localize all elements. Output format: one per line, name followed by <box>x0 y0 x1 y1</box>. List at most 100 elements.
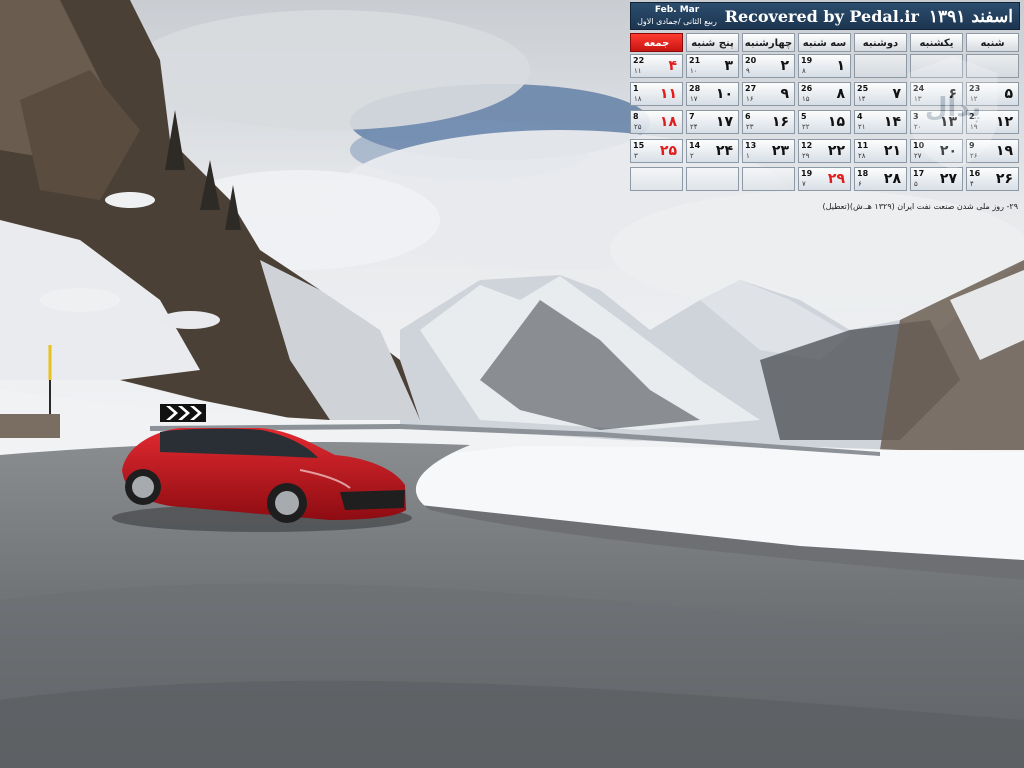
persian-day: ۱۳ <box>939 114 957 130</box>
calendar-day-cell: 11 ۲۸ ۲۱ <box>854 139 907 163</box>
gregorian-day: 4 <box>857 112 863 121</box>
persian-day: ۲۸ <box>883 171 901 187</box>
hijri-day: ۱۲ <box>970 95 978 103</box>
hijri-months: ربیع الثانی /جمادی الاول <box>637 17 717 26</box>
calendar-day-cell: 6 ۲۳ ۱۶ <box>742 110 795 134</box>
persian-day: ۲۲ <box>827 143 845 159</box>
calendar-day-cell: 12 ۲۹ ۲۲ <box>798 139 851 163</box>
persian-day: ۲۶ <box>995 171 1013 187</box>
calendar-widget: Feb. Mar ربیع الثانی /جمادی الاول Recove… <box>628 2 1022 214</box>
persian-day: ۲۴ <box>715 143 733 159</box>
calendar-month: اسفند ۱۳۹۱ <box>928 7 1013 27</box>
persian-day: ۱۶ <box>771 114 789 130</box>
calendar-day-cell: 21 ۱۰ ۳ <box>686 54 739 78</box>
weekday-saturday: شنبه <box>966 33 1019 52</box>
gregorian-day: 24 <box>913 84 925 93</box>
persian-day: ۱۵ <box>827 114 845 130</box>
calendar-empty-cell <box>966 54 1019 78</box>
persian-day: ۱۲ <box>995 114 1013 130</box>
weekday-header-row: شنبه یکشنبه دوشنبه سه شنبه چهارشنبه پنج … <box>630 33 1020 52</box>
calendar-day-cell: 28 ۱۷ ۱۰ <box>686 82 739 106</box>
persian-day-holiday: ۴ <box>668 58 677 74</box>
hijri-day: ۲۴ <box>690 123 698 131</box>
calendar-day-cell: 5 ۲۲ ۱۵ <box>798 110 851 134</box>
hijri-day: ۱۵ <box>802 95 810 103</box>
weekday-thursday: پنج شنبه <box>686 33 739 52</box>
calendar-day-cell: 19 ۸ ۱ <box>798 54 851 78</box>
calendar-day-cell: 22 ۱۱ ۴ <box>630 54 683 78</box>
gregorian-day: 19 <box>801 169 813 178</box>
hijri-day: ۱۷ <box>690 95 698 103</box>
persian-day: ۱۰ <box>715 86 733 102</box>
persian-day-holiday: ۱۸ <box>659 114 677 130</box>
gregorian-day: 5 <box>801 112 807 121</box>
weekday-wednesday: چهارشنبه <box>742 33 795 52</box>
weekday-monday: دوشنبه <box>854 33 907 52</box>
gregorian-day: 13 <box>745 141 757 150</box>
gregorian-day: 17 <box>913 169 925 178</box>
gregorian-day: 27 <box>745 84 757 93</box>
persian-day: ۱۴ <box>883 114 901 130</box>
calendar-day-cell: 25 ۱۴ ۷ <box>854 82 907 106</box>
gregorian-day: 18 <box>857 169 869 178</box>
hijri-day: ۸ <box>802 67 806 75</box>
persian-day: ۱ <box>836 58 845 74</box>
calendar-empty-cell <box>910 54 963 78</box>
gregorian-day: 6 <box>745 112 751 121</box>
hijri-day: ۲ <box>690 152 694 160</box>
calendar-day-cell: 27 ۱۶ ۹ <box>742 82 795 106</box>
hijri-day: ۲۳ <box>746 123 754 131</box>
hijri-day: ۲۰ <box>914 123 922 131</box>
weekday-sunday: یکشنبه <box>910 33 963 52</box>
chevron-warning-sign-icon <box>160 404 206 422</box>
gregorian-day: 8 <box>633 112 639 121</box>
calendar-day-cell: 8 ۲۵ ۱۸ <box>630 110 683 134</box>
calendar-day-cell: 18 ۶ ۲۸ <box>854 167 907 191</box>
calendar-title-block: Recovered by Pedal.ir اسفند ۱۳۹۱ <box>725 5 1013 29</box>
hijri-day: ۱۰ <box>690 67 698 75</box>
calendar-day-cell: 23 ۱۲ ۵ <box>966 82 1019 106</box>
hijri-day: ۲۲ <box>802 123 810 131</box>
hijri-day: ۱۳ <box>914 95 922 103</box>
calendar-empty-cell <box>630 167 683 191</box>
hijri-day: ۲۸ <box>858 152 866 160</box>
gregorian-day: 9 <box>969 141 975 150</box>
calendar-day-cell: 24 ۱۳ ۶ <box>910 82 963 106</box>
gregorian-day: 14 <box>689 141 701 150</box>
calendar-day-cell: 17 ۵ ۲۷ <box>910 167 963 191</box>
hijri-day: ۴ <box>970 180 974 188</box>
calendar-day-cell: 7 ۲۴ ۱۷ <box>686 110 739 134</box>
calendar-empty-cell <box>854 54 907 78</box>
hijri-day: ۱۴ <box>858 95 866 103</box>
hijri-day: ۱ <box>746 152 750 160</box>
persian-day-holiday: ۲۵ <box>659 143 677 159</box>
gregorian-day: 19 <box>801 56 813 65</box>
gregorian-day: 16 <box>969 169 981 178</box>
gregorian-day: 22 <box>633 56 645 65</box>
calendar-day-cell: 20 ۹ ۲ <box>742 54 795 78</box>
calendar-day-cell: 10 ۲۷ ۲۰ <box>910 139 963 163</box>
gregorian-day: 26 <box>801 84 813 93</box>
persian-day: ۱۷ <box>715 114 733 130</box>
calendar-header: Feb. Mar ربیع الثانی /جمادی الاول Recove… <box>630 2 1020 30</box>
gregorian-day: 10 <box>913 141 925 150</box>
persian-day: ۲ <box>780 58 789 74</box>
calendar-day-cell: 15 ۳ ۲۵ <box>630 139 683 163</box>
weekday-friday: جمعه <box>630 33 683 52</box>
calendar-day-cell: 2 ۱۹ ۱۲ <box>966 110 1019 134</box>
calendar-day-cell: 1 ۱۸ ۱۱ <box>630 82 683 106</box>
hijri-day: ۲۷ <box>914 152 922 160</box>
persian-day: ۱۹ <box>995 143 1013 159</box>
hijri-day: ۳ <box>634 152 638 160</box>
hijri-day: ۱۶ <box>746 95 754 103</box>
persian-day: ۹ <box>780 86 789 102</box>
hijri-day: ۲۵ <box>634 123 642 131</box>
hijri-day: ۵ <box>914 180 918 188</box>
hijri-day: ۹ <box>746 67 750 75</box>
gregorian-months: Feb. Mar <box>654 5 700 15</box>
calendar-day-cell: 9 ۲۶ ۱۹ <box>966 139 1019 163</box>
calendar-day-cell: 3 ۲۰ ۱۳ <box>910 110 963 134</box>
calendar-day-cell: 19 ۷ ۲۹ <box>798 167 851 191</box>
gregorian-day: 3 <box>913 112 919 121</box>
hijri-day: ۱۸ <box>634 95 642 103</box>
